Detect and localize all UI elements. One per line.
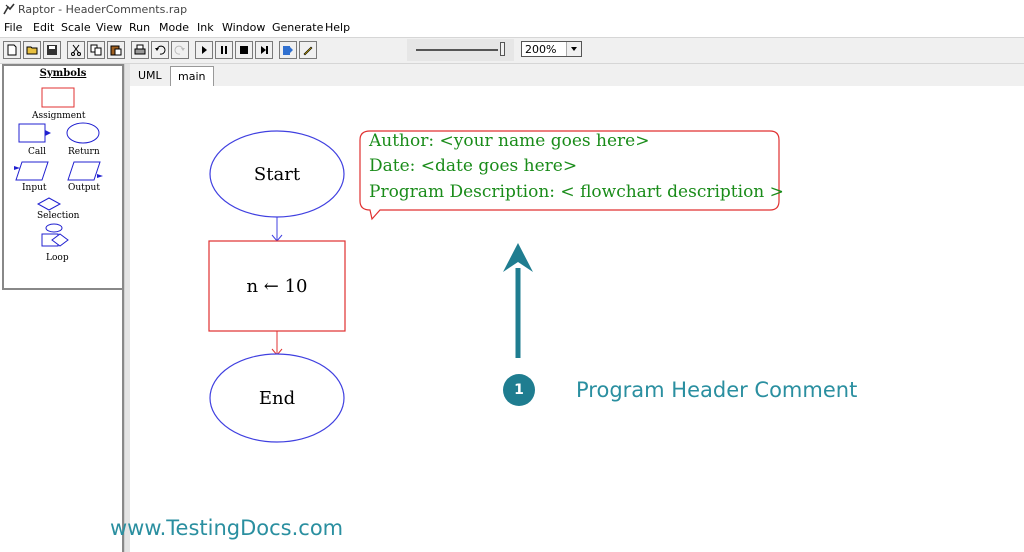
watermark: www.TestingDocs.com [110,516,344,540]
play-icon[interactable] [195,41,213,59]
output-symbol[interactable] [67,161,103,181]
copy-icon[interactable] [87,41,105,59]
pause-icon[interactable] [215,41,233,59]
menu-view[interactable]: View [96,21,122,34]
comment-line-date: Date: <date goes here> [369,156,578,176]
speed-slider-thumb[interactable] [500,42,505,56]
menu-run[interactable]: Run [129,21,150,34]
cut-icon[interactable] [67,41,85,59]
return-symbol[interactable] [66,122,100,144]
step-icon[interactable] [255,41,273,59]
variables-panel [2,290,124,552]
input-symbol[interactable] [14,161,49,181]
undo-icon[interactable] [151,41,169,59]
symbols-panel: Symbols Assignment Call Return Input Out… [2,64,124,290]
symbol-label-loop: Loop [46,253,69,263]
selection-symbol[interactable] [36,197,62,211]
comment-line-author: Author: <your name goes here> [369,131,650,151]
stop-icon[interactable] [235,41,253,59]
tab-bar: UML main [130,64,1024,86]
loop-symbol[interactable] [41,223,69,247]
tab-uml-label: UML [138,69,162,82]
toolbar: 200% [0,37,1024,64]
menu-edit[interactable]: Edit [33,21,54,34]
assignment-symbol[interactable] [41,87,75,108]
menu-bar: File Edit Scale View Run Mode Ink Window… [0,19,1024,37]
assignment-label: n ← 10 [246,276,308,297]
menu-window[interactable]: Window [222,21,265,34]
open-folder-icon[interactable] [23,41,41,59]
title-bar: Raptor - HeaderComments.rap [0,0,1024,19]
pen-icon[interactable] [299,41,317,59]
paste-icon[interactable] [107,41,125,59]
symbol-label-assignment: Assignment [32,111,86,121]
step-badge: 1 [503,374,535,406]
annotation-label: Program Header Comment [576,378,858,402]
zoom-value: 200% [525,43,557,56]
tab-main-label: main [178,70,206,83]
symbol-label-return: Return [68,147,100,157]
raptor-logo-icon [3,3,15,15]
save-icon[interactable] [43,41,61,59]
symbol-label-selection: Selection [37,211,80,221]
symbol-label-output: Output [68,183,100,193]
chevron-down-icon[interactable] [566,42,581,56]
menu-scale[interactable]: Scale [61,21,91,34]
menu-help[interactable]: Help [325,21,350,34]
menu-ink[interactable]: Ink [197,21,214,34]
tab-uml[interactable]: UML [132,66,170,86]
window-title: Raptor - HeaderComments.rap [18,3,188,16]
test-server-icon[interactable] [279,41,297,59]
end-label: End [258,388,296,409]
symbol-shapes [14,87,103,247]
menu-generate[interactable]: Generate [272,21,323,34]
call-symbol[interactable] [18,123,51,143]
menu-file[interactable]: File [4,21,22,34]
speed-slider-track [416,49,498,51]
symbol-label-input: Input [22,183,47,193]
start-label: Start [253,164,301,185]
redo-icon[interactable] [171,41,189,59]
menu-mode[interactable]: Mode [159,21,189,34]
print-icon[interactable] [131,41,149,59]
tab-main[interactable]: main [170,66,214,86]
new-file-icon[interactable] [3,41,21,59]
symbol-label-call: Call [28,147,47,157]
comment-line-description: Program Description: < flowchart descrip… [369,182,784,202]
zoom-select[interactable]: 200% [521,41,582,57]
